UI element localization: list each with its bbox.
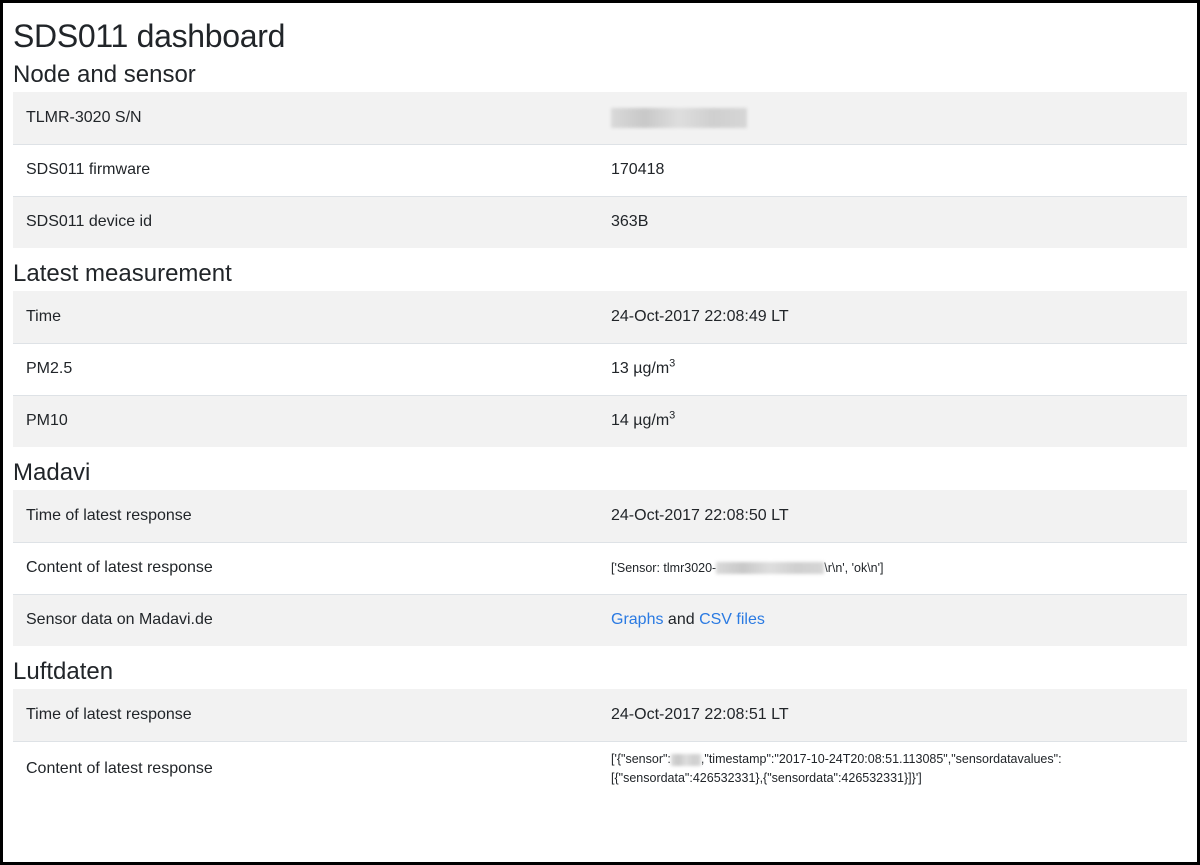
section-heading-node: Node and sensor <box>13 61 196 88</box>
table-row: SDS011 device id 363B <box>13 195 1187 248</box>
unit-label: µg/m <box>633 360 670 377</box>
luftdaten-content-part1: ['{"sensor": <box>611 752 671 767</box>
unit-exponent: 3 <box>669 357 676 370</box>
row-value: 13 µg/m3 <box>598 342 1187 395</box>
row-label: PM10 <box>13 394 598 447</box>
table-row: SDS011 firmware 170418 <box>13 143 1187 196</box>
table-row: PM2.5 13 µg/m3 <box>13 342 1187 395</box>
row-value: 24-Oct-2017 22:08:51 LT <box>611 705 789 723</box>
table-row: Sensor data on Madavi.de Graphs and CSV … <box>13 593 1187 646</box>
row-value: 170418 <box>598 143 1187 196</box>
redacted-serial <box>611 107 747 128</box>
luftdaten-content-part2: ,"timestamp":"2017-10-24T20:08:51.113085… <box>700 752 1062 767</box>
row-value: ['Sensor: tlmr3020- \r\n', 'ok\n'] <box>598 541 1187 594</box>
dashboard-page: SDS011 dashboard Node and sensor TLMR-30… <box>3 3 1197 797</box>
row-label: TLMR-3020 S/N <box>26 108 142 126</box>
row-value: Graphs and CSV files <box>598 593 1187 646</box>
node-table: TLMR-3020 S/N SDS011 firmware 170418 SDS… <box>13 92 1187 248</box>
pm25-value: 13 <box>611 360 629 377</box>
row-label: SDS011 device id <box>13 195 598 248</box>
row-value <box>598 92 1187 144</box>
table-row: Time of latest response 24-Oct-2017 22:0… <box>13 689 1187 741</box>
section-heading-luftdaten: Luftdaten <box>13 658 114 685</box>
row-label: Content of latest response <box>13 740 598 797</box>
row-value: 24-Oct-2017 22:08:50 LT <box>611 506 789 524</box>
page-title: SDS011 dashboard <box>13 18 286 54</box>
csv-files-link[interactable]: CSV files <box>699 611 765 628</box>
window-frame: SDS011 dashboard Node and sensor TLMR-30… <box>0 0 1200 865</box>
row-label: Sensor data on Madavi.de <box>13 593 598 646</box>
measurement-table: Time 24-Oct-2017 22:08:49 LT PM2.5 13 µg… <box>13 291 1187 447</box>
row-label: SDS011 firmware <box>13 143 598 196</box>
unit-label: µg/m <box>633 412 670 430</box>
luftdaten-content-line2: [{"sensordata":426532331},{"sensordata":… <box>611 771 922 786</box>
table-row: Content of latest response ['{"sensor":,… <box>13 740 1187 797</box>
section-heading-madavi: Madavi <box>13 459 91 486</box>
unit-exponent: 3 <box>669 409 676 422</box>
table-row: Content of latest response ['Sensor: tlm… <box>13 541 1187 594</box>
table-row: Time of latest response 24-Oct-2017 22:0… <box>13 490 1187 542</box>
madavi-content-suffix: \r\n', 'ok\n'] <box>824 560 884 575</box>
madavi-table: Time of latest response 24-Oct-2017 22:0… <box>13 490 1187 646</box>
luftdaten-table: Time of latest response 24-Oct-2017 22:0… <box>13 689 1187 797</box>
row-label: Content of latest response <box>13 541 598 594</box>
link-separator: and <box>667 611 695 629</box>
row-value: 24-Oct-2017 22:08:49 LT <box>611 307 789 325</box>
redacted-sensor-id <box>670 753 701 766</box>
row-label: Time <box>26 307 61 325</box>
redacted-sensor-id <box>716 562 825 575</box>
row-label: Time of latest response <box>26 705 192 723</box>
section-heading-measurement: Latest measurement <box>13 260 232 287</box>
row-label: PM2.5 <box>13 342 598 395</box>
pm10-value: 14 <box>611 412 629 430</box>
row-value: 363B <box>598 195 1187 248</box>
row-value: 14 µg/m3 <box>598 394 1187 447</box>
graphs-link[interactable]: Graphs <box>611 611 663 628</box>
madavi-content-prefix: ['Sensor: tlmr3020- <box>611 560 717 575</box>
row-label: Time of latest response <box>26 506 192 524</box>
row-value: ['{"sensor": ,"timestamp":"2017-10-24T20:… <box>598 740 1187 797</box>
table-row: Time 24-Oct-2017 22:08:49 LT <box>13 291 1187 343</box>
table-row: PM10 14 µg/m3 <box>13 394 1187 447</box>
table-row: TLMR-3020 S/N <box>13 92 1187 144</box>
